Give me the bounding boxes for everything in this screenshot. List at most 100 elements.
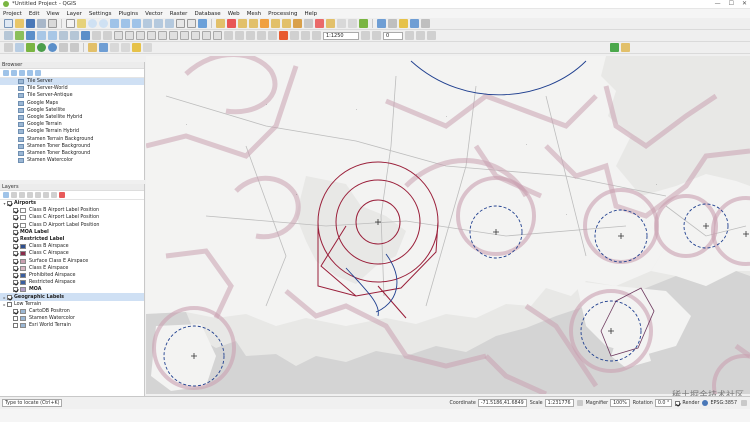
- text-annotation-icon[interactable]: [337, 19, 346, 28]
- toggle-editing-icon[interactable]: [125, 31, 134, 40]
- zoom-level-select[interactable]: 1:1250: [323, 31, 359, 40]
- refresh-browser-icon[interactable]: [3, 70, 9, 76]
- label-show-icon[interactable]: [246, 31, 255, 40]
- new-temp-layer-icon[interactable]: [103, 31, 112, 40]
- layer-visibility-checkbox[interactable]: [13, 316, 18, 322]
- layer-item[interactable]: ▸ Low Terrain: [0, 301, 144, 308]
- layer-visibility-checkbox[interactable]: [13, 308, 18, 314]
- avoid-overlap-icon[interactable]: [427, 31, 436, 40]
- collapse-all-layers-icon[interactable]: [51, 192, 57, 198]
- locator-search-input[interactable]: Type to locate (Ctrl+K): [2, 399, 62, 407]
- layer-item[interactable]: Prohibited Airspace: [0, 272, 144, 279]
- menu-item[interactable]: Settings: [89, 11, 112, 17]
- layer-item[interactable]: Stamen Watercolor: [0, 315, 144, 322]
- add-postgis-icon[interactable]: [26, 31, 35, 40]
- redo-icon[interactable]: [180, 31, 189, 40]
- zoom-in-icon[interactable]: [88, 19, 97, 28]
- layer-item[interactable]: Restricted Airspace: [0, 279, 144, 286]
- expand-all-icon[interactable]: [43, 192, 49, 198]
- add-xyz-icon[interactable]: [15, 31, 24, 40]
- menu-item[interactable]: Help: [305, 11, 318, 17]
- close-icon[interactable]: ✕: [742, 0, 747, 7]
- zoom-out-icon[interactable]: [99, 19, 108, 28]
- results-viewer-icon[interactable]: [70, 43, 79, 52]
- browser-item[interactable]: Stamen Toner Background: [0, 143, 144, 150]
- layer-item[interactable]: Class D Airport Label Position: [0, 222, 144, 229]
- layer-item[interactable]: Esri World Terrain: [0, 322, 144, 329]
- back-arrow-icon[interactable]: [99, 43, 108, 52]
- self-snap-icon[interactable]: [405, 31, 414, 40]
- add-vector-icon[interactable]: [377, 19, 386, 28]
- style-manager-icon[interactable]: [132, 43, 141, 52]
- digitize-icon[interactable]: [114, 31, 123, 40]
- lock-scale-icon[interactable]: [576, 400, 583, 406]
- processing-icon[interactable]: [4, 43, 13, 52]
- remove-layer-icon[interactable]: [59, 192, 65, 198]
- menu-item[interactable]: Raster: [170, 11, 188, 17]
- locate-icon[interactable]: [88, 43, 97, 52]
- layer-visibility-checkbox[interactable]: [13, 265, 18, 271]
- new-geopackage-icon[interactable]: [92, 31, 101, 40]
- add-group-icon[interactable]: [11, 192, 17, 198]
- identify-icon[interactable]: [216, 19, 225, 28]
- label-pin-icon[interactable]: [235, 31, 244, 40]
- zoom-next-icon[interactable]: [165, 19, 174, 28]
- layer-item[interactable]: Class B Airport Label Position: [0, 207, 144, 214]
- globe-icon[interactable]: [37, 43, 46, 52]
- menu-item[interactable]: Layer: [67, 11, 82, 17]
- measure-icon[interactable]: [293, 19, 302, 28]
- html-annotation-icon[interactable]: [348, 19, 357, 28]
- open-project-icon[interactable]: [15, 19, 24, 28]
- add-csv-icon[interactable]: [59, 31, 68, 40]
- layer-visibility-checkbox[interactable]: [13, 258, 18, 264]
- messages-icon[interactable]: [741, 400, 747, 406]
- scale-field[interactable]: 1:231776: [544, 399, 574, 407]
- metadata-icon[interactable]: [143, 43, 152, 52]
- open-styling-icon[interactable]: [3, 192, 9, 198]
- python-console-icon[interactable]: [359, 19, 368, 28]
- add-wfs-icon[interactable]: [48, 31, 57, 40]
- menu-item[interactable]: Database: [194, 11, 220, 17]
- browser-item[interactable]: Stamen Watercolor: [0, 157, 144, 164]
- add-layer-icon[interactable]: [399, 19, 408, 28]
- copy-coordinates-icon[interactable]: [110, 43, 119, 52]
- add-mesh-icon[interactable]: [421, 19, 430, 28]
- save-project-icon[interactable]: [26, 19, 35, 28]
- layer-item[interactable]: ▸ Geographic Labels: [0, 293, 144, 301]
- add-selected-icon[interactable]: [11, 70, 17, 76]
- layer-visibility-checkbox[interactable]: [13, 244, 18, 250]
- menu-item[interactable]: Project: [3, 11, 22, 17]
- browser-item[interactable]: Google Satellite: [0, 107, 144, 114]
- zoom-native-icon[interactable]: [143, 19, 152, 28]
- add-virtual-layer-icon[interactable]: [70, 31, 79, 40]
- label-move-icon[interactable]: [257, 31, 266, 40]
- browser-item[interactable]: Stamen Terrain Background: [0, 136, 144, 143]
- temporal-controller-icon[interactable]: [187, 19, 196, 28]
- model-builder-icon[interactable]: [15, 43, 24, 52]
- layer-visibility-checkbox[interactable]: [13, 208, 18, 214]
- print-layout-icon[interactable]: [48, 19, 57, 28]
- attribute-table-icon[interactable]: [260, 19, 269, 28]
- zoom-full-icon[interactable]: [110, 19, 119, 28]
- add-raster-icon[interactable]: [388, 19, 397, 28]
- plugin-manager-icon[interactable]: [26, 43, 35, 52]
- menu-item[interactable]: Mesh: [247, 11, 261, 17]
- select-features-icon[interactable]: [227, 19, 236, 28]
- layer-visibility-checkbox[interactable]: [13, 229, 18, 235]
- layer-style-icon[interactable]: [4, 31, 13, 40]
- layer-item[interactable]: Class C Airport Label Position: [0, 214, 144, 221]
- deselect-icon[interactable]: [249, 19, 258, 28]
- layer-visibility-checkbox[interactable]: [13, 280, 18, 286]
- new-shapefile-icon[interactable]: [81, 31, 90, 40]
- filter-expression-icon[interactable]: [35, 192, 41, 198]
- copy-icon[interactable]: [202, 31, 211, 40]
- add-feature-icon[interactable]: [147, 31, 156, 40]
- rotation-field[interactable]: 0.0 °: [654, 399, 673, 407]
- layer-visibility-checkbox[interactable]: [13, 222, 18, 228]
- cut-icon[interactable]: [191, 31, 200, 40]
- browser-item[interactable]: Google Terrain: [0, 121, 144, 128]
- layer-visibility-checkbox[interactable]: [7, 201, 12, 207]
- save-edits-icon[interactable]: [136, 31, 145, 40]
- browser-item[interactable]: Tile Server: [0, 78, 144, 86]
- properties-icon[interactable]: [35, 70, 41, 76]
